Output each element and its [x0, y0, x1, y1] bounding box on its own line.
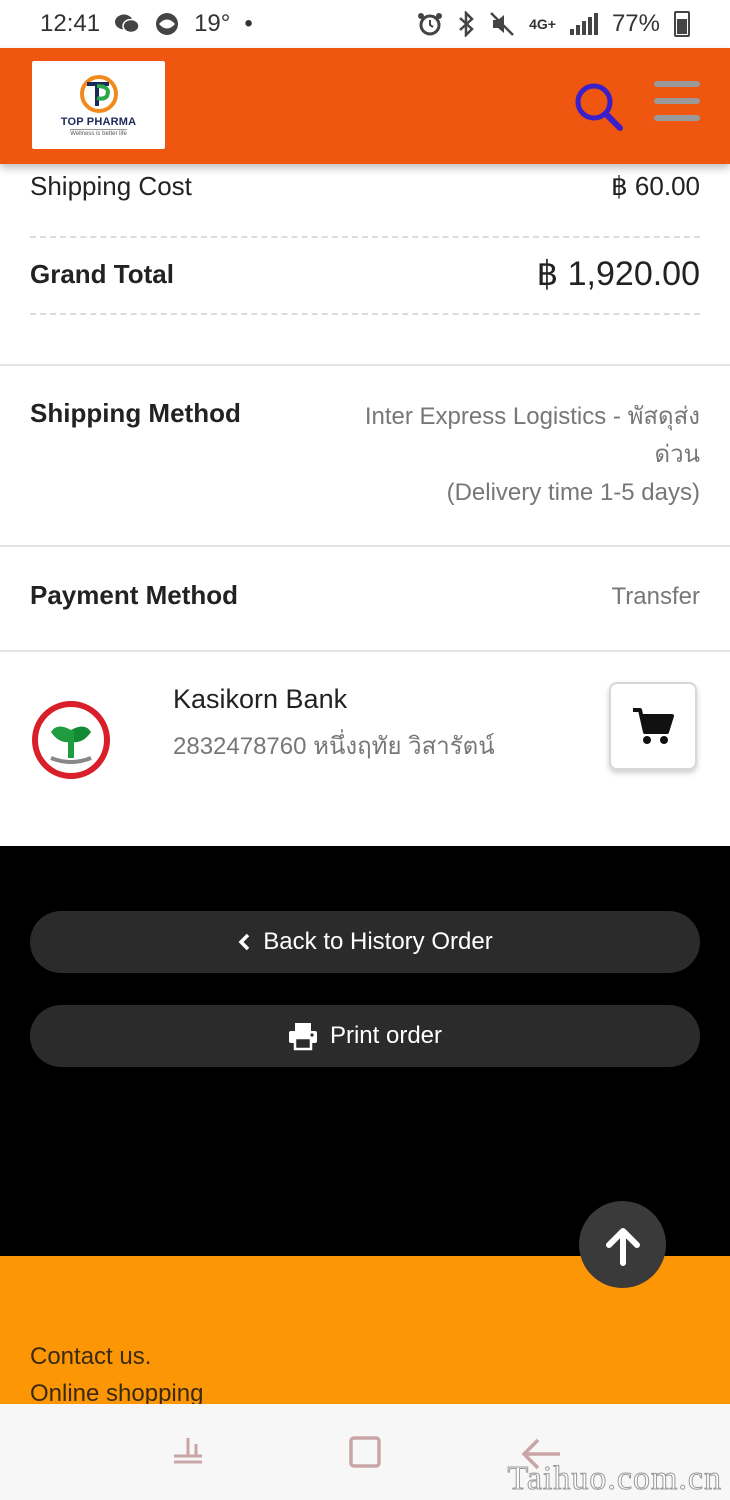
shipping-method-value: Inter Express Logistics - พัสดุส่ง ด่วน …	[365, 398, 700, 512]
shipping-method-line: ด่วน	[654, 441, 700, 468]
arrow-up-icon	[605, 1227, 640, 1266]
battery-icon	[674, 11, 690, 37]
status-right: 4G+ 77%	[417, 10, 690, 38]
app-header: TOP PHARMA Wellness is better life	[0, 48, 730, 164]
status-dot: •	[244, 10, 253, 37]
section-divider	[0, 545, 730, 547]
status-time: 12:41	[40, 10, 101, 37]
print-order-button[interactable]: Print order	[30, 1005, 700, 1067]
recent-apps-icon	[174, 1438, 203, 1464]
print-order-label: Print order	[329, 1022, 443, 1049]
dashed-divider	[30, 313, 700, 315]
home-button[interactable]	[341, 1428, 389, 1476]
bluetooth-icon	[457, 11, 475, 37]
network-type: 4G+	[529, 16, 556, 32]
weather-icon	[154, 11, 180, 37]
shipping-method-label: Shipping Method	[30, 398, 241, 428]
status-bar: 12:41 19° • 4G+ 77%	[0, 0, 730, 48]
grand-total-label: Grand Total	[30, 258, 174, 289]
shipping-cost-row: Shipping Cost ฿ 60.00	[30, 166, 700, 206]
grand-total-value: ฿ 1,920.00	[536, 255, 700, 293]
logo-title: TOP PHARMA	[60, 115, 137, 128]
watermark: Taihuo.com.cn	[507, 1460, 722, 1498]
contact-us-link[interactable]: Contact us.	[30, 1343, 151, 1371]
kasikorn-logo-icon	[32, 701, 110, 779]
battery-percent: 77%	[611, 10, 660, 37]
search-button[interactable]	[572, 80, 626, 134]
dashed-divider	[30, 236, 700, 238]
shipping-cost-label: Shipping Cost	[30, 170, 192, 201]
status-temperature: 19°	[194, 10, 231, 37]
bank-name: Kasikorn Bank	[173, 684, 348, 714]
chevron-left-icon	[238, 933, 250, 951]
hamburger-menu-icon[interactable]	[654, 81, 700, 121]
wechat-icon	[114, 13, 140, 35]
shipping-method-line: Inter Express Logistics - พัสดุส่ง	[364, 403, 700, 430]
payment-method-value: Transfer	[611, 583, 700, 610]
printer-icon	[288, 1023, 317, 1051]
section-divider	[0, 364, 730, 366]
section-divider	[0, 650, 730, 652]
home-icon	[349, 1436, 381, 1468]
top-pharma-logo-icon	[79, 74, 118, 113]
delivery-time: (Delivery time 1-5 days)	[446, 479, 700, 506]
logo-tagline: Wellness is better life	[70, 128, 127, 137]
scroll-to-top-button[interactable]	[579, 1201, 666, 1288]
bank-account: 2832478760 หนึ่งฤทัย วิสารัตน์	[173, 733, 495, 760]
back-to-history-button[interactable]: Back to History Order	[30, 911, 700, 973]
cart-button[interactable]	[609, 682, 697, 770]
shipping-cost-value: ฿ 60.00	[611, 170, 700, 201]
search-icon	[575, 83, 623, 131]
alarm-icon	[417, 11, 443, 37]
grand-total-row: Grand Total ฿ 1,920.00	[30, 252, 700, 296]
status-left: 12:41 19° •	[40, 10, 253, 38]
payment-method-label: Payment Method	[30, 580, 239, 610]
back-to-history-label: Back to History Order	[263, 928, 493, 955]
recent-apps-button[interactable]	[164, 1428, 212, 1476]
mute-icon	[489, 11, 515, 37]
online-shopping-link[interactable]: Online shopping	[30, 1380, 203, 1406]
logo[interactable]: TOP PHARMA Wellness is better life	[32, 61, 165, 149]
signal-icon	[569, 13, 598, 35]
cart-icon	[633, 708, 674, 744]
